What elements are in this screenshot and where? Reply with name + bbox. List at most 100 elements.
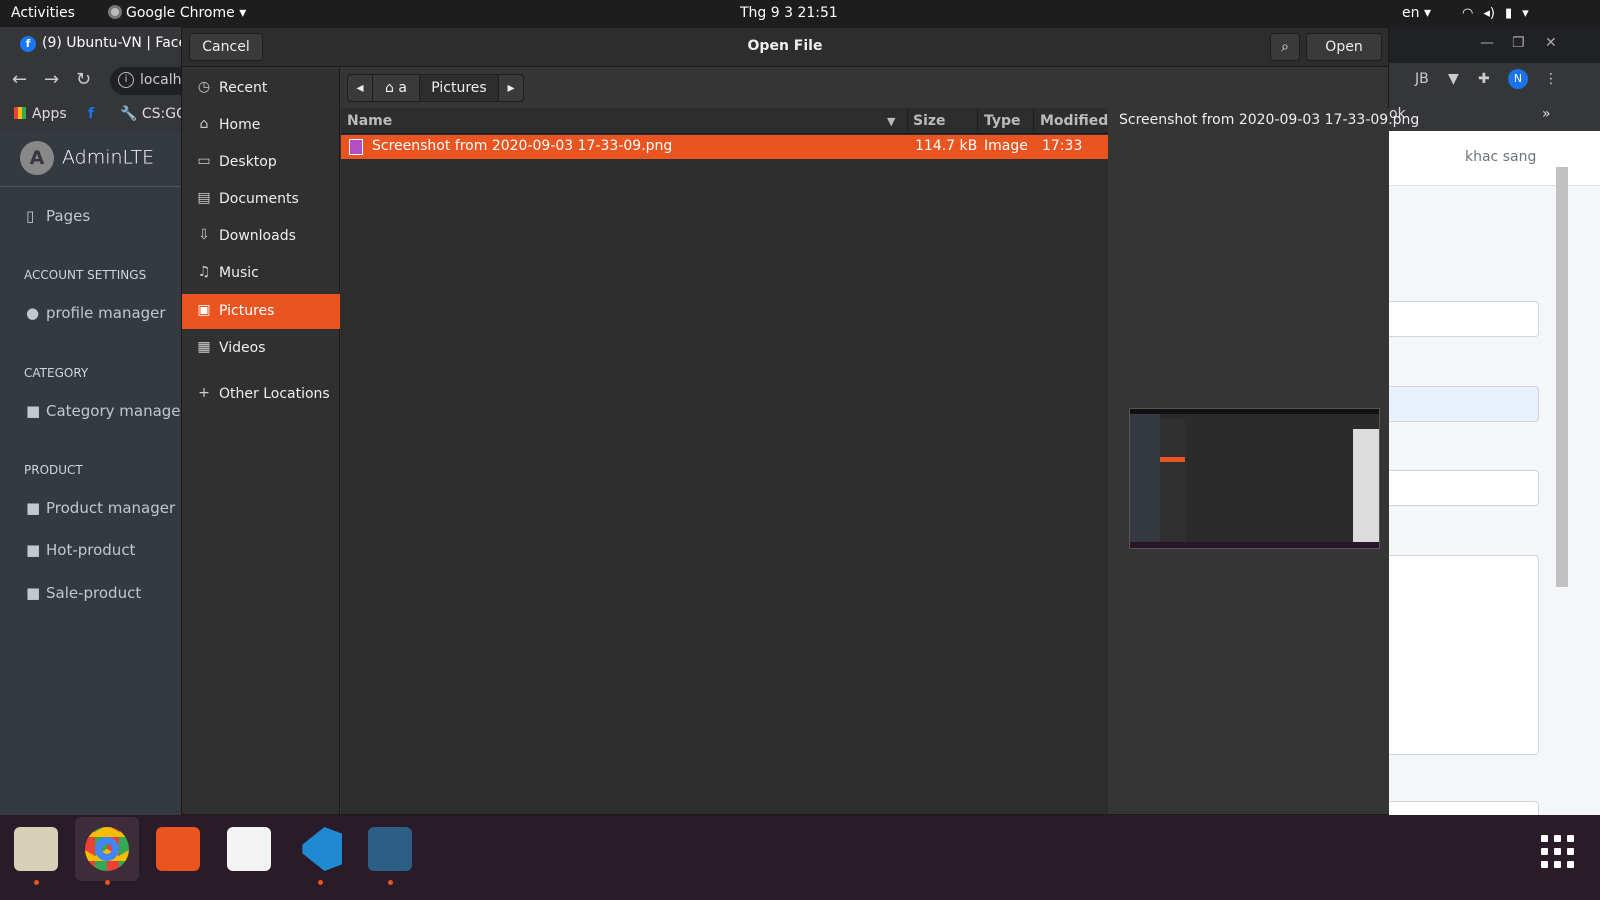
cancel-button[interactable]: Cancel	[189, 33, 263, 61]
place-pictures[interactable]: ▣ Pictures	[182, 294, 340, 329]
place-label: Recent	[219, 80, 268, 96]
chevron-down-icon: ▾	[1423, 5, 1431, 21]
form-input[interactable]	[1389, 301, 1539, 337]
place-other-locations[interactable]: + Other Locations	[182, 377, 340, 412]
extensions-icon[interactable]: ✚	[1478, 71, 1490, 87]
place-home[interactable]: ⌂ Home	[182, 108, 340, 143]
tab-title: (9) Ubuntu-VN | Facel	[42, 35, 191, 51]
document-icon: ▤	[197, 190, 211, 206]
bookmark-apps[interactable]: Apps	[14, 106, 67, 122]
clock[interactable]: Thg 9 3 21:51	[740, 5, 838, 21]
input-language-indicator[interactable]: en ▾	[1402, 5, 1431, 21]
running-indicator	[388, 880, 393, 885]
dock-files[interactable]	[4, 817, 68, 885]
user-name[interactable]: khac sang	[1465, 149, 1536, 165]
search-button[interactable]: ⌕	[1270, 33, 1300, 61]
sidebar-header-category: CATEGORY	[24, 366, 89, 380]
wifi-icon: ◠	[1462, 6, 1474, 21]
path-home-button[interactable]: ⌂ a	[372, 74, 420, 102]
bookmark-csgo[interactable]: 🔧 CS:GC	[120, 106, 186, 122]
place-music[interactable]: ♫ Music	[182, 256, 340, 291]
jetbrains-extension-icon[interactable]: JB	[1415, 71, 1429, 87]
dock-vscode[interactable]	[288, 817, 352, 885]
place-label: Documents	[219, 191, 299, 207]
column-divider	[977, 108, 978, 134]
column-size-header[interactable]: Size	[913, 113, 946, 129]
column-type-header[interactable]: Type	[984, 113, 1021, 129]
vscode-icon	[302, 827, 342, 871]
more-icon[interactable]: ⋮	[1544, 71, 1558, 87]
desktop-icon: ▭	[197, 153, 211, 169]
info-icon: i	[118, 72, 134, 88]
facebook-bookmark-icon[interactable]: f	[88, 106, 94, 122]
gnome-top-bar: Activities Google Chrome ▾ Thg 9 3 21:51…	[0, 0, 1600, 27]
sidebar-item-label: Product manager	[46, 499, 176, 517]
place-videos[interactable]: ▦ Videos	[182, 331, 340, 366]
sidebar-item-hot-product[interactable]: ■ Hot-product	[26, 541, 135, 559]
show-applications-button[interactable]	[1541, 835, 1575, 869]
reload-icon[interactable]: ↻	[76, 69, 91, 90]
restore-icon[interactable]: ❐	[1512, 35, 1525, 51]
column-modified-header[interactable]: Modified	[1040, 113, 1108, 129]
sidebar-item-pages[interactable]: ▯ Pages	[26, 207, 90, 225]
place-desktop[interactable]: ▭ Desktop	[182, 145, 340, 180]
path-back-button[interactable]: ◂	[347, 74, 373, 102]
dock-chrome[interactable]	[75, 817, 139, 885]
form-textarea[interactable]	[1389, 555, 1539, 755]
form-input[interactable]	[1389, 470, 1539, 506]
running-indicator	[34, 880, 39, 885]
back-icon[interactable]: ←	[12, 69, 27, 90]
forward-icon[interactable]: →	[44, 69, 59, 90]
brand-link[interactable]: A AdminLTE	[20, 141, 154, 175]
preview-pane: Screenshot from 2020-09-03 17-33-09.png	[1109, 108, 1419, 814]
sidebar-item-label: Sale-product	[46, 584, 142, 602]
brand-text: AdminLTE	[62, 146, 155, 169]
path-forward-button[interactable]: ▸	[498, 74, 524, 102]
facebook-icon: f	[20, 36, 36, 52]
minimize-icon[interactable]: —	[1480, 35, 1494, 51]
bookmarks-overflow-icon[interactable]: »	[1542, 106, 1551, 122]
column-name-header[interactable]: Name	[347, 113, 392, 129]
software-center-icon	[156, 827, 200, 871]
place-downloads[interactable]: ⇩ Downloads	[182, 219, 340, 254]
dock-software[interactable]	[146, 817, 210, 881]
sidebar-item-profile-manager[interactable]: ● profile manager	[26, 304, 166, 322]
system-menu[interactable]: ◠ ◂) ▮ ▾	[1462, 5, 1539, 21]
file-row[interactable]: Screenshot from 2020-09-03 17-33-09.png …	[341, 135, 1108, 159]
place-label: Desktop	[219, 154, 277, 170]
sort-descending-icon: ▼	[887, 115, 896, 128]
file-type: Image	[984, 138, 1028, 154]
app-menu-label: Google Chrome	[126, 5, 235, 21]
sidebar-item-sale-product[interactable]: ■ Sale-product	[26, 584, 141, 602]
file-list: Name ▼ Size Type Modified Screenshot fro…	[341, 108, 1108, 814]
column-divider	[907, 108, 908, 134]
sidebar-item-category-manager[interactable]: ■ Category manager	[26, 402, 187, 420]
volume-icon: ◂)	[1483, 6, 1495, 21]
file-size: 114.7 kB	[915, 138, 978, 154]
path-current-button[interactable]: Pictures	[419, 74, 499, 102]
place-documents[interactable]: ▤ Documents	[182, 182, 340, 217]
dialog-title: Open File	[747, 38, 823, 54]
music-icon: ♫	[197, 264, 211, 280]
dock-text-editor[interactable]	[217, 817, 281, 881]
place-recent[interactable]: ◷ Recent	[182, 71, 340, 106]
dock-mysql-workbench[interactable]	[358, 817, 422, 885]
close-icon[interactable]: ✕	[1545, 35, 1557, 51]
column-divider	[1033, 108, 1034, 134]
user-icon: ●	[26, 304, 40, 322]
lock-icon: ■	[26, 584, 41, 602]
open-button[interactable]: Open	[1306, 33, 1382, 61]
vue-extension-icon[interactable]: ▼	[1448, 71, 1459, 87]
profile-avatar[interactable]: N	[1508, 69, 1528, 89]
adminlte-logo-icon: A	[20, 141, 54, 175]
home-icon: ⌂	[199, 116, 209, 132]
page-scrollbar[interactable]	[1556, 167, 1568, 587]
lock-icon: ■	[26, 402, 41, 420]
place-label: Home	[219, 117, 261, 133]
browser-tab[interactable]: f (9) Ubuntu-VN | Facel	[0, 27, 200, 63]
path-home-label: a	[398, 80, 407, 96]
sidebar-item-product-manager[interactable]: ■ Product manager	[26, 499, 175, 517]
activities-button[interactable]: Activities	[11, 5, 75, 21]
form-input[interactable]	[1389, 386, 1539, 422]
app-menu-button[interactable]: Google Chrome ▾	[108, 5, 246, 21]
